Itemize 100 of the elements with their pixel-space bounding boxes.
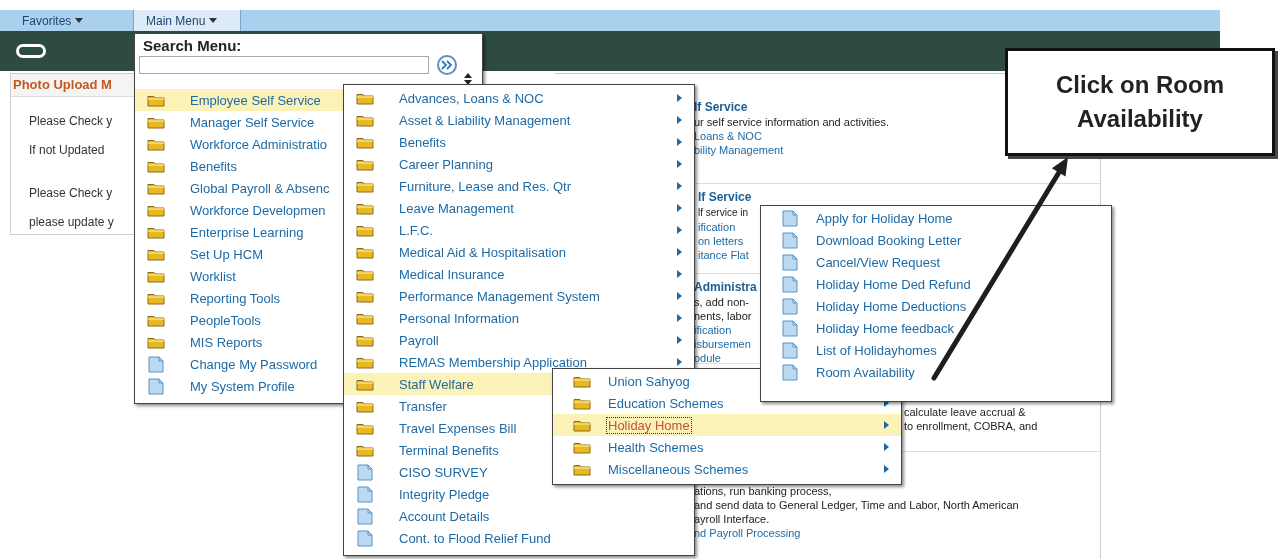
menu-item[interactable]: Integrity Pledge [344, 483, 694, 505]
link[interactable]: itance Flat [698, 249, 749, 261]
document-icon [781, 297, 799, 315]
nav-tab[interactable]: Main Menu [133, 10, 241, 31]
submenu-arrow-icon [677, 182, 682, 190]
submenu-arrow-icon [677, 204, 682, 212]
folder-icon [356, 157, 374, 171]
link[interactable]: ification [698, 221, 736, 233]
folder-icon [573, 396, 591, 410]
search-label: Search Menu: [143, 37, 242, 54]
menu-item[interactable]: Miscellaneous Schemes [553, 458, 901, 480]
menu-item[interactable]: Medical Insurance [344, 263, 694, 285]
folder-icon [356, 267, 374, 281]
folder-icon [147, 115, 165, 129]
notice-text: please update y [29, 215, 114, 229]
menu-item[interactable]: List of Holidayhomes [761, 339, 1111, 361]
menu-item[interactable]: Leave Management [344, 197, 694, 219]
document-icon [781, 275, 799, 293]
double-chevron-icon [441, 60, 453, 70]
folder-icon [356, 245, 374, 259]
submenu-arrow-icon [677, 314, 682, 322]
document-icon [356, 529, 374, 547]
link[interactable]: on letters [698, 235, 744, 247]
notice-text: Please Check y [29, 186, 113, 200]
caret-icon [209, 18, 218, 23]
link[interactable]: odule [694, 352, 721, 364]
folder-icon [356, 333, 374, 347]
menu-item[interactable]: Health Schemes [553, 436, 901, 458]
folder-icon [356, 223, 374, 237]
link[interactable]: isbursemen [694, 338, 751, 350]
submenu-arrow-icon [677, 358, 682, 366]
folder-icon [356, 179, 374, 193]
menu-item[interactable]: Room Availability [761, 361, 1111, 383]
link[interactable]: ification [694, 324, 732, 336]
submenu-arrow-icon [677, 226, 682, 234]
submenu-arrow-icon [677, 94, 682, 102]
search-go-button[interactable] [437, 55, 457, 75]
description-text: s, add non- [694, 296, 750, 308]
menu-item[interactable]: Payroll [344, 329, 694, 351]
menu-item[interactable]: Personal Information [344, 307, 694, 329]
document-icon [781, 209, 799, 227]
nav-tab[interactable]: Favorites [0, 10, 133, 31]
folder-icon [147, 137, 165, 151]
menu-item[interactable]: Performance Management System [344, 285, 694, 307]
document-icon [781, 363, 799, 381]
link[interactable]: Loans & NOC [694, 130, 762, 142]
description-text: ations, run banking process, [694, 485, 832, 497]
search-field[interactable] [139, 56, 429, 74]
description-text: nents, labor [694, 310, 752, 322]
menu-item[interactable]: Holiday Home Ded Refund [761, 273, 1111, 295]
folder-icon [147, 159, 165, 173]
sort-icon[interactable] [464, 73, 472, 85]
menu-item[interactable]: Holiday Home feedback [761, 317, 1111, 339]
folder-icon [356, 443, 374, 457]
folder-icon [147, 203, 165, 217]
folder-icon [147, 313, 165, 327]
menu-item[interactable]: Career Planning [344, 153, 694, 175]
menu-item[interactable]: Apply for Holiday Home [761, 207, 1111, 229]
menu-item[interactable]: Holiday Home Deductions [761, 295, 1111, 317]
menu-item[interactable]: Medical Aid & Hospitalisation [344, 241, 694, 263]
submenu-arrow-icon [677, 160, 682, 168]
link[interactable]: nd Payroll Processing [694, 527, 801, 539]
submenu-arrow-icon [677, 292, 682, 300]
description-text: to enrollment, COBRA, and [904, 420, 1038, 432]
folder-icon [356, 355, 374, 369]
menu-item[interactable]: Holiday Home [553, 414, 901, 436]
folder-icon [147, 291, 165, 305]
section-heading: lf Service [698, 190, 752, 204]
description-text: calculate leave accrual & [904, 406, 1026, 418]
menu-item[interactable]: Account Details [344, 505, 694, 527]
menu-item[interactable]: Download Booking Letter [761, 229, 1111, 251]
description-text: and send data to General Ledger, Time and Labor, North American [694, 499, 1019, 511]
folder-icon [356, 399, 374, 413]
link[interactable]: bility Management [694, 144, 784, 156]
callout-text: Click on Room Availability [1055, 70, 1225, 134]
menu-item[interactable]: Furniture, Lease and Res. Qtr [344, 175, 694, 197]
document-icon [356, 507, 374, 525]
menu-item[interactable]: L.F.C. [344, 219, 694, 241]
folder-icon [573, 374, 591, 388]
folder-icon [356, 201, 374, 215]
document-icon [147, 355, 165, 373]
folder-icon [147, 93, 165, 107]
document-icon [356, 463, 374, 481]
section-heading: lf Service [694, 100, 748, 114]
folder-icon [147, 247, 165, 261]
document-icon [781, 341, 799, 359]
submenu-arrow-icon [884, 465, 889, 473]
menu-item[interactable]: Cont. to Flood Relief Fund [344, 527, 694, 549]
menu-item[interactable]: Asset & Liability Management [344, 109, 694, 131]
folder-icon [356, 289, 374, 303]
menu-item[interactable]: Benefits [344, 131, 694, 153]
description-text: ayroll Interface. [694, 513, 770, 525]
menu-item[interactable]: Education Schemes [553, 392, 901, 414]
submenu-arrow-icon [677, 270, 682, 278]
folder-icon [356, 135, 374, 149]
oval-logo-icon [16, 44, 46, 58]
description-text: ur self service information and activities. [694, 116, 890, 128]
menu-item[interactable]: Cancel/View Request [761, 251, 1111, 273]
menu-item[interactable]: REMAS Membership Application [344, 351, 694, 373]
folder-icon [573, 418, 591, 432]
